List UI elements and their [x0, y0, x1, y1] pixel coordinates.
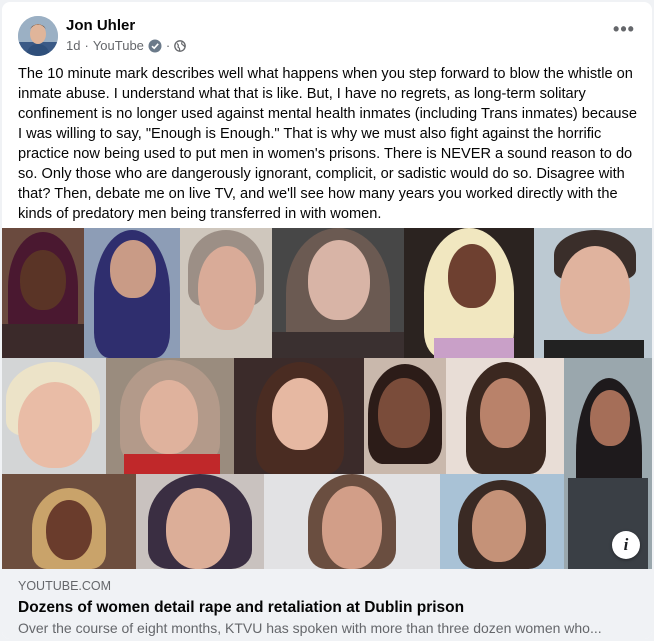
post-body-text: The 10 minute mark describes well what h…	[18, 66, 642, 222]
collage-photo	[364, 358, 446, 474]
post-header: Jon Uhler 1d · YouTube · •••	[18, 16, 638, 56]
post-timestamp[interactable]: 1d	[66, 38, 80, 53]
post-meta: 1d · YouTube ·	[66, 38, 187, 53]
post-card: Jon Uhler 1d · YouTube · ••• The 10 minu…	[2, 2, 652, 639]
link-preview[interactable]: YOUTUBE.COM Dozens of women detail rape …	[2, 569, 652, 639]
collage-photo	[272, 228, 404, 358]
post-source: YouTube	[92, 38, 144, 53]
meta-separator: ·	[84, 38, 89, 53]
link-preview-image[interactable]: i	[2, 228, 652, 569]
collage-photo	[2, 358, 106, 474]
collage-photo	[84, 228, 180, 358]
collage-photo	[106, 358, 234, 474]
collage-photo	[2, 228, 84, 358]
globe-icon[interactable]	[174, 39, 187, 52]
collage-photo	[234, 358, 364, 474]
collage-photo	[264, 474, 440, 569]
info-icon[interactable]: i	[612, 531, 640, 559]
verified-badge-icon	[148, 39, 162, 52]
collage-photo	[2, 474, 136, 569]
link-domain: YOUTUBE.COM	[18, 579, 112, 593]
collage-photo	[404, 228, 534, 358]
collage-photo	[180, 228, 272, 358]
author-name[interactable]: Jon Uhler	[66, 17, 135, 34]
collage-photo	[440, 474, 564, 569]
more-options-icon[interactable]: •••	[610, 20, 638, 42]
collage-photo	[534, 228, 652, 358]
link-title[interactable]: Dozens of women detail rape and retaliat…	[18, 599, 636, 617]
collage-photo	[136, 474, 264, 569]
link-description: Over the course of eight months, KTVU ha…	[18, 620, 602, 636]
meta-separator-2: ·	[165, 38, 171, 53]
author-avatar[interactable]	[18, 16, 58, 56]
avatar-image	[18, 16, 58, 56]
collage-photo	[446, 358, 564, 474]
collage-photo	[564, 358, 652, 569]
